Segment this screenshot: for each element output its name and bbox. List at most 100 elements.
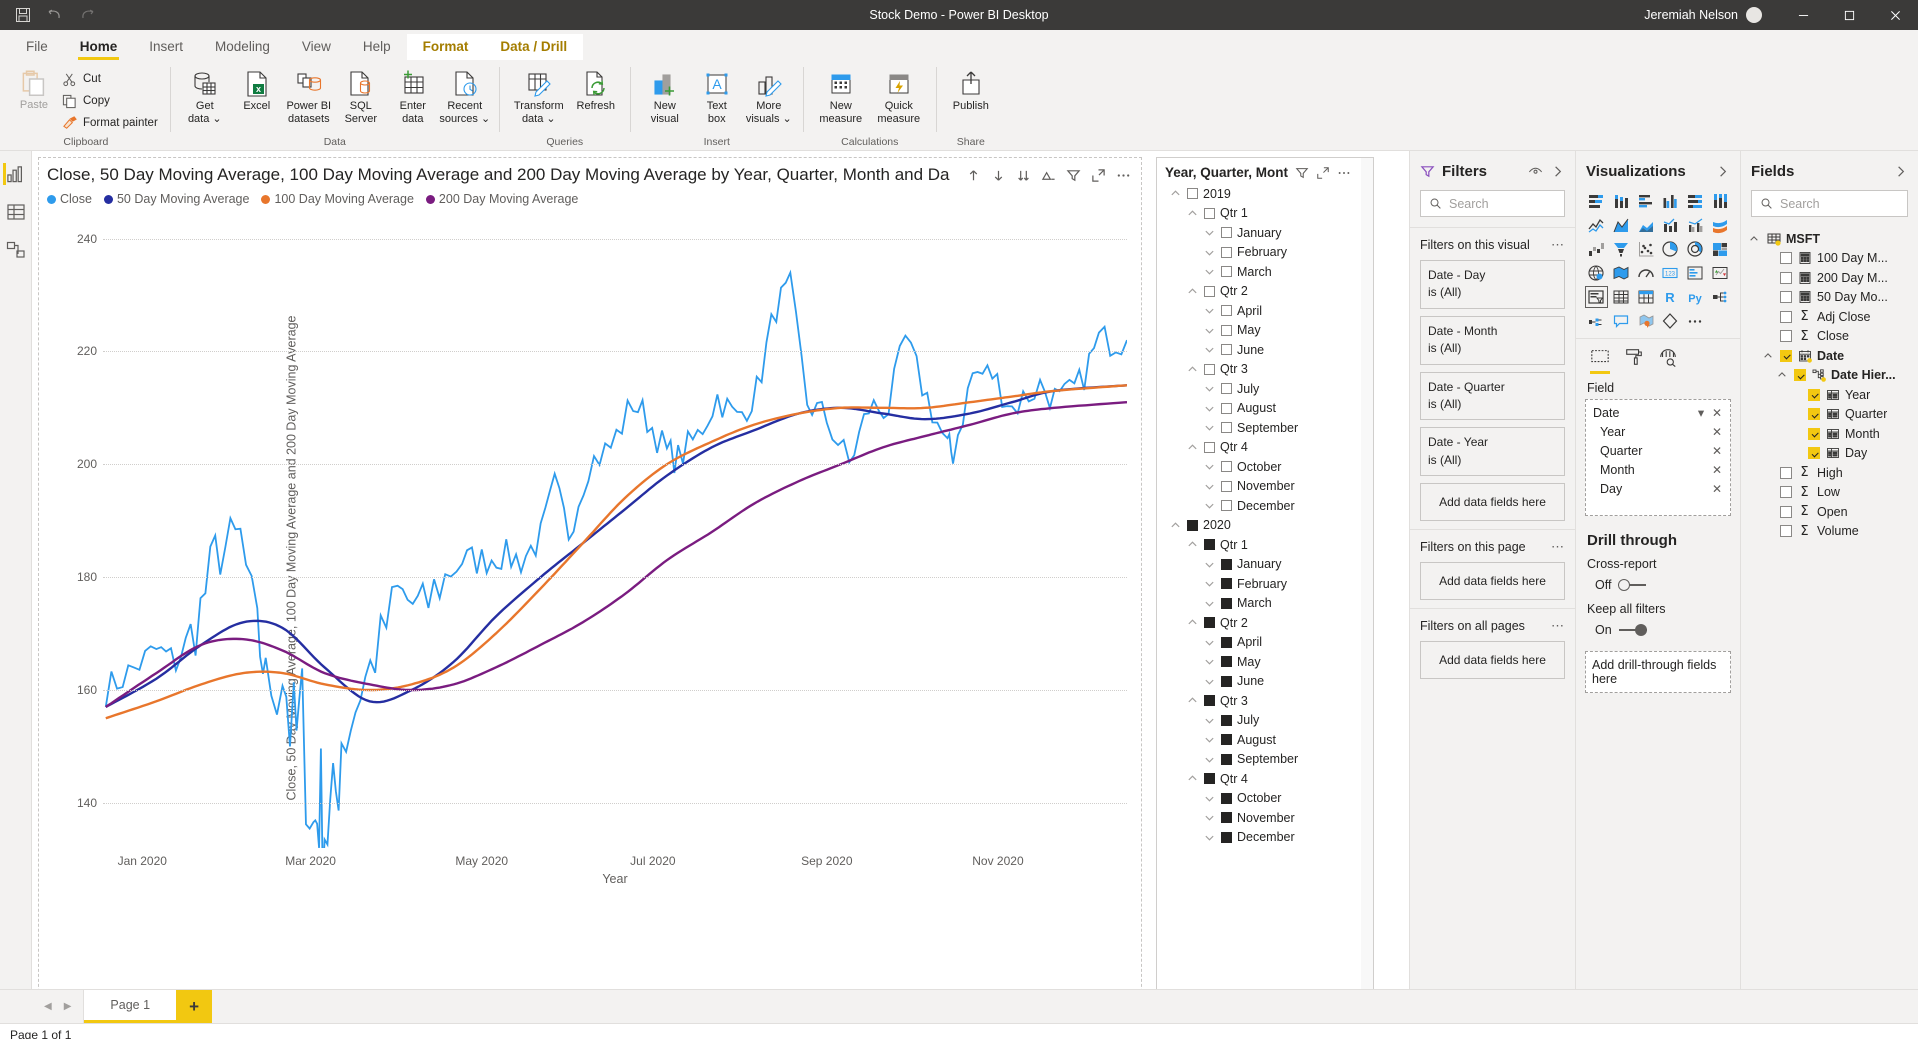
field-checkbox[interactable] [1794,369,1806,382]
chevron-down-icon[interactable] [1203,811,1216,824]
ribbon-tab-help[interactable]: Help [347,34,407,60]
chevron-up-icon[interactable] [1186,694,1199,707]
redo-icon[interactable] [78,6,96,24]
field-checkbox[interactable] [1780,466,1792,479]
slicer-item[interactable]: March [1161,262,1369,282]
slicer-item[interactable]: July [1161,379,1369,399]
filter-icon[interactable] [1066,168,1081,186]
field-item[interactable]: Quarter [1741,405,1918,425]
hide-filters-icon[interactable] [1528,164,1543,179]
more-options-icon[interactable]: ⋯ [1551,539,1565,555]
chevron-down-icon[interactable] [1203,753,1216,766]
slicer-item[interactable]: February [1161,574,1369,594]
chevron-down-icon[interactable] [1203,714,1216,727]
stacked-area-chart-icon[interactable] [1634,214,1657,236]
slicer-checkbox[interactable] [1221,480,1232,492]
field-item[interactable]: 50 Day Mo... [1741,288,1918,308]
drill-down-icon[interactable] [991,168,1006,186]
slicer-item[interactable]: August [1161,399,1369,419]
scatter-chart-icon[interactable] [1634,238,1657,260]
cut-button[interactable]: Cut [58,68,162,90]
chevron-down-icon[interactable] [1203,480,1216,493]
legend-item-50-day-ma[interactable]: 50 Day Moving Average [103,192,249,206]
field-item[interactable]: Σ Open [1741,502,1918,522]
field-checkbox[interactable] [1780,310,1792,323]
slicer-checkbox[interactable] [1221,266,1232,278]
excel-button[interactable]: x Excel [231,65,283,116]
chevron-up-icon[interactable] [1169,187,1182,200]
field-checkbox[interactable] [1780,330,1792,343]
enter-data-button[interactable]: Enter data [387,65,439,128]
save-icon[interactable] [14,6,32,24]
more-options-icon[interactable]: ⋯ [1551,618,1565,634]
well-item-day[interactable]: Day ✕ [1589,479,1727,498]
waterfall-chart-icon[interactable] [1585,238,1608,260]
slicer-item[interactable]: November [1161,477,1369,497]
slicer-item[interactable]: Qtr 2 [1161,613,1369,633]
slicer-checkbox[interactable] [1221,792,1232,804]
more-visuals-icon[interactable] [1684,310,1707,332]
field-checkbox[interactable] [1780,525,1792,538]
filled-map-icon[interactable] [1610,262,1633,284]
drill-through-dropzone[interactable]: Add drill-through fields here [1585,651,1731,693]
ribbon-tab-view[interactable]: View [286,34,347,60]
refresh-button[interactable]: Refresh [570,65,622,116]
filter-card-date-day[interactable]: Date - Day is (All) [1420,260,1565,309]
chevron-down-icon[interactable] [1203,460,1216,473]
tab-analytics[interactable] [1658,347,1678,374]
chevron-up-icon[interactable] [1186,363,1199,376]
well-item-date[interactable]: Date ▾ ✕ [1589,403,1727,422]
chevron-up-icon[interactable] [1186,616,1199,629]
slicer-item[interactable]: January [1161,555,1369,575]
slicer-checkbox[interactable] [1221,246,1232,258]
slicer-item[interactable]: April [1161,301,1369,321]
chevron-down-icon[interactable] [1203,558,1216,571]
treemap-icon[interactable] [1708,238,1731,260]
slicer-checkbox[interactable] [1221,324,1232,336]
key-influencers-icon[interactable] [1585,310,1608,332]
slicer-checkbox[interactable] [1221,383,1232,395]
slicer-item[interactable]: October [1161,789,1369,809]
matrix-icon[interactable] [1634,286,1657,308]
chevron-down-icon[interactable] [1203,382,1216,395]
field-item[interactable]: Date [1741,346,1918,366]
slicer-item[interactable]: November [1161,808,1369,828]
report-canvas[interactable]: Close, 50 Day Moving Average, 100 Day Mo… [32,151,1409,989]
slicer-checkbox[interactable] [1221,812,1232,824]
keep-all-filters-toggle-row[interactable]: On [1576,618,1740,645]
100-stacked-bar-chart-icon[interactable] [1684,190,1707,212]
focus-mode-icon[interactable] [1091,168,1106,186]
more-visuals-button[interactable]: More visuals ⌄ [743,65,795,128]
slicer-scrollbar[interactable] [1361,158,1373,989]
field-checkbox[interactable] [1780,252,1792,265]
slicer-checkbox[interactable] [1221,734,1232,746]
filter-card-date-year[interactable]: Date - Year is (All) [1420,427,1565,477]
decomposition-tree-icon[interactable] [1708,286,1731,308]
q-and-a-icon[interactable] [1610,310,1633,332]
chevron-up-icon[interactable] [1186,772,1199,785]
chevron-down-icon[interactable] [1203,597,1216,610]
funnel-chart-icon[interactable] [1610,238,1633,260]
chevron-down-icon[interactable] [1203,343,1216,356]
remove-field-icon[interactable]: ✕ [1711,425,1723,439]
remove-field-icon[interactable]: ✕ [1711,463,1723,477]
field-checkbox[interactable] [1780,271,1792,284]
more-options-icon[interactable] [1337,166,1351,180]
cross-report-toggle-row[interactable]: Off [1576,573,1740,600]
slicer-checkbox[interactable] [1221,227,1232,239]
well-item-quarter[interactable]: Quarter ✕ [1589,441,1727,460]
python-visual-icon[interactable]: Py [1684,286,1707,308]
slicer-item[interactable]: July [1161,711,1369,731]
legend-item-200-day-ma[interactable]: 200 Day Moving Average [425,192,578,206]
slicer-checkbox[interactable] [1221,675,1232,687]
legend-item-close[interactable]: Close [47,192,92,206]
well-item-year[interactable]: Year ✕ [1589,422,1727,441]
tab-format[interactable] [1624,347,1644,374]
sidebar-item-report-view[interactable] [3,163,25,185]
get-data-button[interactable]: Get data ⌄ [179,65,231,128]
slicer-checkbox[interactable] [1221,831,1232,843]
field-item[interactable]: Σ Volume [1741,522,1918,542]
chevron-down-icon[interactable] [1203,655,1216,668]
chevron-down-icon[interactable] [1203,733,1216,746]
slicer-item[interactable]: Qtr 2 [1161,282,1369,302]
